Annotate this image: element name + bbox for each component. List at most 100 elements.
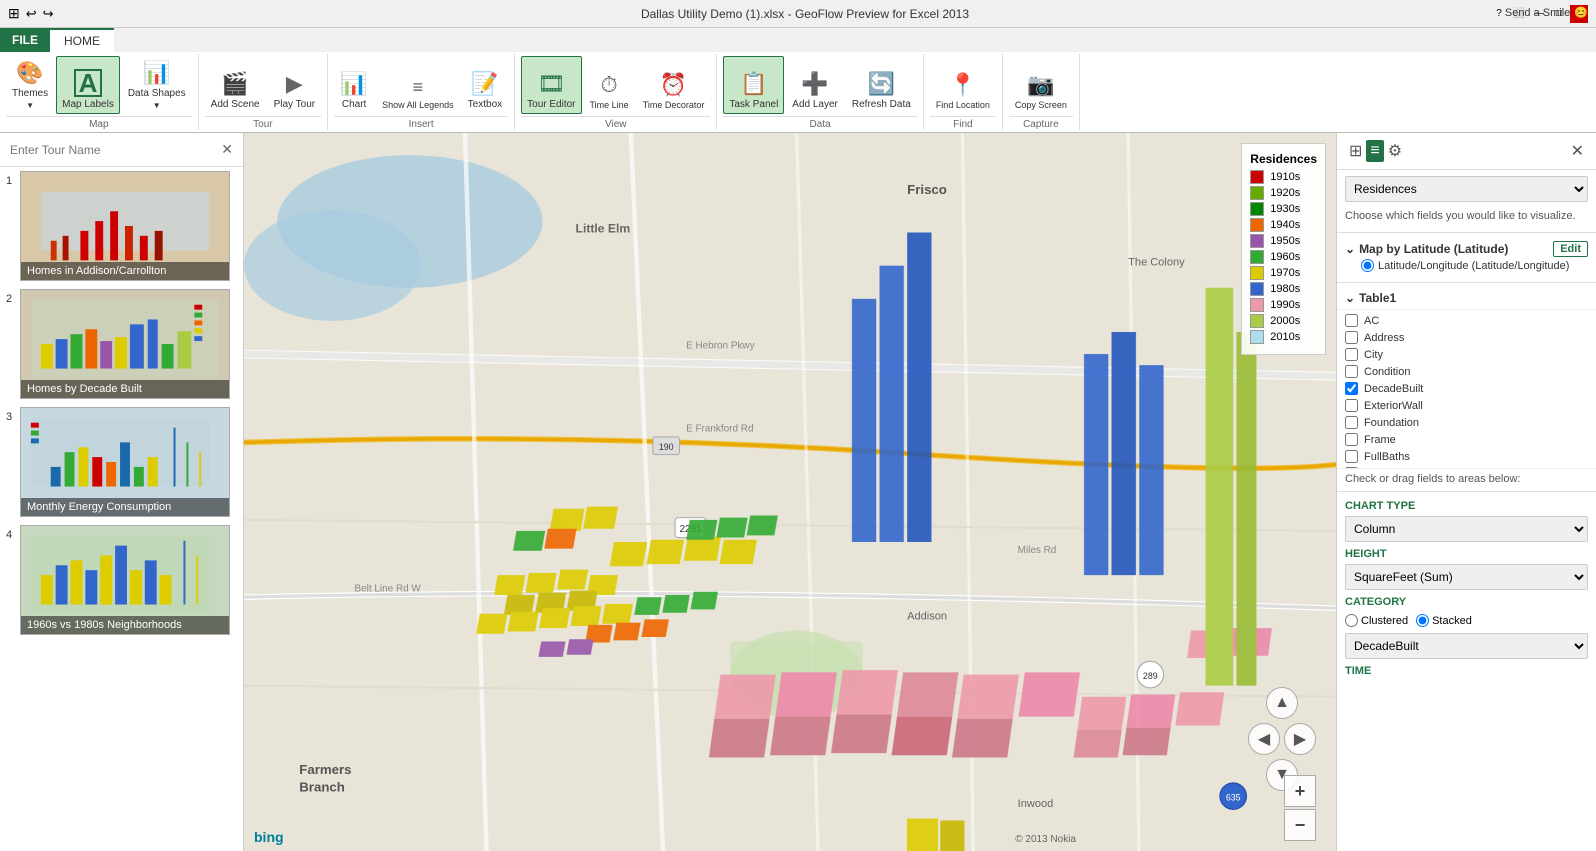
field-checkbox-fullbaths[interactable] xyxy=(1345,450,1358,463)
copy-screen-button[interactable]: 📷 Copy Screen xyxy=(1009,56,1073,114)
lat-lon-radio-row: Latitude/Longitude (Latitude/Longitude) xyxy=(1345,257,1588,274)
ribbon-tabs: FILE HOME xyxy=(0,28,1596,52)
layers-icon-btn[interactable]: ⊞ xyxy=(1345,139,1366,163)
field-item-frame[interactable]: Frame xyxy=(1337,431,1596,448)
main-content: ✕ 1 xyxy=(0,133,1596,851)
stacked-radio[interactable] xyxy=(1416,614,1429,627)
panel-description: Choose which fields you would like to vi… xyxy=(1337,208,1596,228)
layer-select[interactable]: Residences xyxy=(1345,176,1588,202)
field-list-scroll[interactable]: ACAddressCityConditionDecadeBuiltExterio… xyxy=(1337,309,1596,469)
field-checkbox-frame[interactable] xyxy=(1345,433,1358,446)
map-by-header[interactable]: ⌄ Map by Latitude (Latitude) Edit xyxy=(1345,241,1588,257)
chevron-table1-icon: ⌄ xyxy=(1345,291,1355,305)
task-panel-button[interactable]: 📋 Task Panel xyxy=(723,56,784,114)
tour-item-1[interactable]: 1 Homes in Addison xyxy=(6,171,237,281)
clustered-label[interactable]: Clustered xyxy=(1345,614,1408,627)
divider-2 xyxy=(1337,282,1596,283)
add-scene-button[interactable]: 🎬 Add Scene xyxy=(205,56,266,114)
svg-text:Farmers: Farmers xyxy=(299,762,351,777)
quick-access-toolbar[interactable]: ⊞ ↩ ↪ xyxy=(8,5,128,22)
time-label: TIME xyxy=(1337,661,1596,679)
nav-up-btn[interactable]: ▲ xyxy=(1266,687,1298,719)
field-item-city[interactable]: City xyxy=(1337,346,1596,363)
nav-right-btn[interactable]: ▶ xyxy=(1284,723,1316,755)
ribbon-group-map: 🎨 Themes ▼ A Map Labels 📊 Data Shapes ▼ … xyxy=(0,54,199,130)
show-all-legends-button[interactable]: ≡ Show All Legends xyxy=(376,56,460,114)
field-checkbox-foundation[interactable] xyxy=(1345,416,1358,429)
map-labels-button[interactable]: A Map Labels xyxy=(56,56,120,114)
time-decorator-button[interactable]: ⏰ Time Decorator xyxy=(637,56,711,114)
field-item-decadebuilt[interactable]: DecadeBuilt xyxy=(1337,380,1596,397)
svg-text:Frisco: Frisco xyxy=(907,182,947,197)
svg-text:Branch: Branch xyxy=(299,780,345,795)
field-checkbox-address[interactable] xyxy=(1345,331,1358,344)
play-tour-button[interactable]: ▶ Play Tour xyxy=(268,56,322,114)
tab-home[interactable]: HOME xyxy=(50,28,114,52)
themes-button[interactable]: 🎨 Themes ▼ xyxy=(6,56,54,114)
stacked-label[interactable]: Stacked xyxy=(1416,614,1472,627)
chart-button[interactable]: 📊 Chart xyxy=(334,56,374,114)
map-background: E Hebron Pkwy E Frankford Rd Belt Line R… xyxy=(244,133,1336,851)
textbox-button[interactable]: 📝 Textbox xyxy=(462,56,508,114)
right-panel-header: ⊞ ≡ ⚙ ✕ xyxy=(1337,133,1596,170)
ribbon-group-view: 🎞 Tour Editor ⏱ Time Line ⏰ Time Decorat… xyxy=(515,54,717,130)
field-checkbox-decadebuilt[interactable] xyxy=(1345,382,1358,395)
tour-thumb-2: Homes by Decade Built xyxy=(20,289,230,399)
clustered-radio[interactable] xyxy=(1345,614,1358,627)
find-location-button[interactable]: 📍 Find Location xyxy=(930,56,996,114)
legend-item-1950s: 1950s xyxy=(1250,234,1317,248)
redo-btn[interactable]: ↪ xyxy=(43,6,54,22)
map-by-edit-btn[interactable]: Edit xyxy=(1553,241,1588,257)
send-smile[interactable]: Send a Smile 😊 xyxy=(1505,6,1588,19)
tab-file[interactable]: FILE xyxy=(0,28,50,52)
table1-header[interactable]: ⌄ Table1 xyxy=(1345,291,1588,305)
themes-icon: 🎨 xyxy=(16,60,43,86)
legend-color-1920s xyxy=(1250,186,1264,200)
svg-text:Inwood: Inwood xyxy=(1018,798,1054,810)
tour-item-2[interactable]: 2 xyxy=(6,289,237,399)
field-item-foundation[interactable]: Foundation xyxy=(1337,414,1596,431)
svg-text:E Hebron Pkwy: E Hebron Pkwy xyxy=(686,341,755,352)
time-line-icon: ⏱ xyxy=(601,72,618,98)
tour-panel-close[interactable]: ✕ xyxy=(221,141,233,158)
chart-type-select[interactable]: ColumnBarBubbleHeatmap xyxy=(1345,516,1588,542)
refresh-data-button[interactable]: 🔄 Refresh Data xyxy=(846,56,917,114)
lat-lon-radio[interactable] xyxy=(1361,259,1374,272)
ribbon-group-tour: 🎬 Add Scene ▶ Play Tour Tour xyxy=(199,54,328,130)
data-shapes-button[interactable]: 📊 Data Shapes ▼ xyxy=(122,56,192,114)
category-select[interactable]: DecadeBuiltCityCondition xyxy=(1345,633,1588,659)
field-checkbox-condition[interactable] xyxy=(1345,365,1358,378)
add-layer-button[interactable]: ➕ Add Layer xyxy=(786,56,844,114)
height-select[interactable]: SquareFeet (Sum)LotSize (Sum)YearBuilt (… xyxy=(1345,564,1588,590)
tour-name-input[interactable] xyxy=(10,143,221,157)
copy-screen-icon: 📷 xyxy=(1027,72,1054,98)
zoom-out-btn[interactable]: − xyxy=(1284,809,1316,841)
divider-1 xyxy=(1337,232,1596,233)
nav-left-btn[interactable]: ◀ xyxy=(1248,723,1280,755)
field-item-fullbaths[interactable]: FullBaths xyxy=(1337,448,1596,465)
right-panel-close-btn[interactable]: ✕ xyxy=(1567,139,1588,163)
field-checkbox-city[interactable] xyxy=(1345,348,1358,361)
settings-icon-btn[interactable]: ⚙ xyxy=(1384,139,1406,163)
tour-editor-button[interactable]: 🎞 Tour Editor xyxy=(521,56,581,114)
legend-color-1930s xyxy=(1250,202,1264,216)
time-line-button[interactable]: ⏱ Time Line xyxy=(584,56,635,114)
legend-item-1980s: 1980s xyxy=(1250,282,1317,296)
zoom-in-btn[interactable]: + xyxy=(1284,775,1316,807)
tour-item-4[interactable]: 4 xyxy=(6,525,237,635)
list-icon-btn[interactable]: ≡ xyxy=(1366,140,1383,162)
field-checkbox-ac[interactable] xyxy=(1345,314,1358,327)
legend-color-2010s xyxy=(1250,330,1264,344)
map-zoom: + − xyxy=(1284,775,1316,841)
field-item-address[interactable]: Address xyxy=(1337,329,1596,346)
field-checkbox-exteriorwall[interactable] xyxy=(1345,399,1358,412)
field-item-exteriorwall[interactable]: ExteriorWall xyxy=(1337,397,1596,414)
legend-item-1970s: 1970s xyxy=(1250,266,1317,280)
undo-btn[interactable]: ↩ xyxy=(26,6,37,22)
capture-group-label: Capture xyxy=(1009,116,1073,130)
field-item-condition[interactable]: Condition xyxy=(1337,363,1596,380)
field-item-ac[interactable]: AC xyxy=(1337,312,1596,329)
tour-item-3[interactable]: 3 xyxy=(6,407,237,517)
map-by-section: ⌄ Map by Latitude (Latitude) Edit Latitu… xyxy=(1337,237,1596,278)
map-area[interactable]: E Hebron Pkwy E Frankford Rd Belt Line R… xyxy=(244,133,1336,851)
